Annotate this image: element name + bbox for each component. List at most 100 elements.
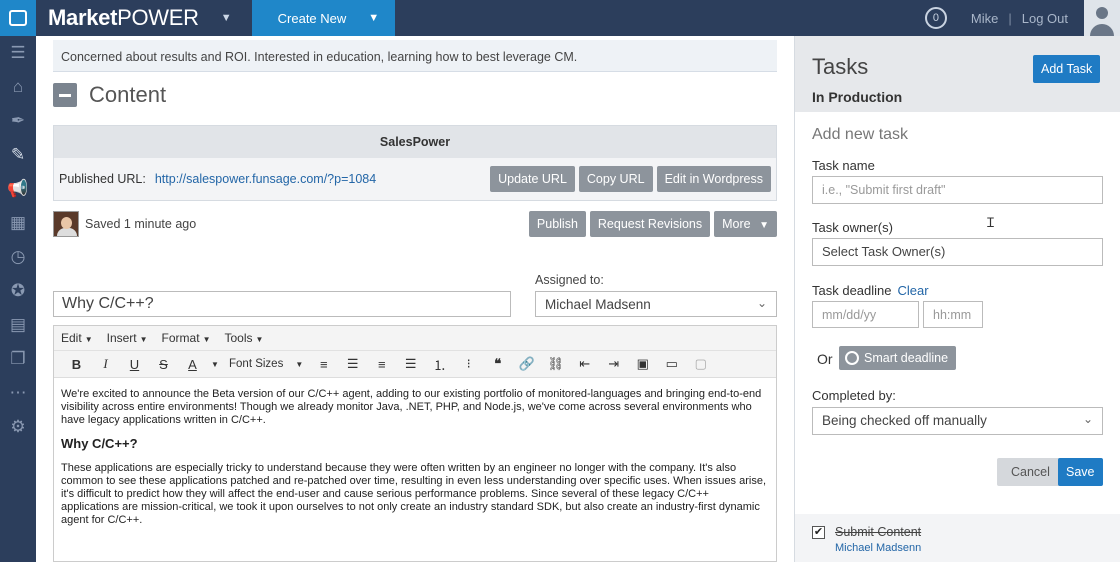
- star-icon[interactable]: ✪: [0, 274, 36, 308]
- collapse-button[interactable]: [53, 83, 77, 107]
- menu-icon[interactable]: ☰: [0, 36, 36, 70]
- tasks-panel: Tasks Add Task In Production Add new tas…: [794, 36, 1120, 562]
- more-button[interactable]: More ▼: [714, 211, 777, 237]
- more-icon[interactable]: ⋯: [0, 376, 36, 410]
- link-icon[interactable]: 🔗: [512, 356, 541, 372]
- editor-menubar: Edit ▼ Insert ▼ Format ▼ Tools ▼: [54, 326, 776, 351]
- menu-tools[interactable]: Tools ▼: [224, 331, 263, 345]
- app-logo-icon[interactable]: [0, 0, 36, 36]
- completed-by-label: Completed by:: [812, 388, 896, 403]
- task-name-input[interactable]: i.e., "Submit first draft": [812, 176, 1103, 204]
- bullet-list-icon[interactable]: ⁝: [454, 356, 483, 372]
- align-justify-icon[interactable]: ☰: [396, 356, 425, 372]
- content-title-input[interactable]: Why C/C++?: [53, 291, 511, 317]
- menu-format[interactable]: Format ▼: [162, 331, 211, 345]
- deadline-label-text: Task deadline: [812, 283, 892, 298]
- outdent-icon[interactable]: ⇤: [570, 356, 599, 372]
- tasks-title: Tasks: [812, 54, 869, 79]
- chevron-down-icon[interactable]: ▼: [221, 12, 232, 24]
- menu-format-label: Format: [161, 331, 200, 345]
- report-icon[interactable]: ▤: [0, 308, 36, 342]
- home-icon[interactable]: ⌂: [0, 70, 36, 104]
- user-name[interactable]: Mike: [971, 11, 998, 26]
- deadline-date-input[interactable]: mm/dd/yy: [812, 301, 919, 328]
- gear-icon[interactable]: ⚙: [0, 410, 36, 444]
- bold-icon[interactable]: B: [62, 357, 91, 372]
- panel-title: SalesPower: [54, 126, 776, 158]
- chevron-down-icon: ▼: [368, 12, 380, 24]
- unlink-icon[interactable]: ⛓: [541, 356, 570, 372]
- task-owner-link[interactable]: Michael Madsenn: [835, 542, 921, 554]
- workflow-stage: In Production: [812, 89, 903, 105]
- cancel-button[interactable]: Cancel: [997, 458, 1064, 486]
- logout-link[interactable]: Log Out: [1022, 11, 1068, 26]
- font-sizes-label: Font Sizes: [229, 358, 284, 370]
- menu-edit-label: Edit: [61, 331, 82, 345]
- italic-icon[interactable]: I: [91, 356, 120, 372]
- task-checkbox[interactable]: ✔: [812, 526, 825, 539]
- megaphone-icon[interactable]: 📢: [0, 172, 36, 206]
- chevron-down-icon[interactable]: ▼: [207, 360, 223, 369]
- saved-status: Saved 1 minute ago: [85, 217, 197, 231]
- calendar-icon[interactable]: ▦: [0, 206, 36, 240]
- clock-icon: [845, 351, 859, 365]
- task-name: Submit Content: [835, 525, 922, 539]
- create-new-button[interactable]: Create New ▼: [251, 0, 396, 36]
- media-icon[interactable]: ▭: [657, 356, 686, 372]
- rich-text-editor: Edit ▼ Insert ▼ Format ▼ Tools ▼ B I U S A ▼…: [53, 325, 777, 562]
- divider: |: [1008, 10, 1012, 26]
- image-icon[interactable]: ▣: [628, 356, 657, 372]
- numbered-list-icon[interactable]: ⒈: [425, 355, 454, 374]
- smart-deadline-button[interactable]: Smart deadline: [839, 346, 957, 370]
- publication-panel: SalesPower Published URL: http://salespo…: [53, 125, 777, 201]
- publish-button[interactable]: Publish: [528, 211, 586, 237]
- align-left-icon[interactable]: ≡: [309, 357, 338, 372]
- pencil-icon[interactable]: ✎: [0, 138, 36, 172]
- font-sizes-select[interactable]: Font Sizes ▼: [223, 358, 309, 370]
- clock-icon[interactable]: ◷: [0, 240, 36, 274]
- content-heading: Why C/C++?: [61, 436, 138, 451]
- deadline-time-input[interactable]: hh:mm: [923, 301, 983, 328]
- align-right-icon[interactable]: ≡: [367, 357, 396, 372]
- indent-icon[interactable]: ⇥: [599, 356, 628, 372]
- assigned-to-value: Michael Madsenn: [545, 297, 651, 312]
- brand-name[interactable]: MarketPOWER: [48, 5, 199, 31]
- align-center-icon[interactable]: ☰: [338, 356, 367, 372]
- document-icon[interactable]: ❐: [0, 342, 36, 376]
- notification-count[interactable]: 0: [924, 7, 947, 29]
- menu-edit[interactable]: Edit ▼: [61, 331, 93, 345]
- published-url-label: Published URL:: [59, 172, 146, 186]
- task-owner-select[interactable]: Select Task Owner(s): [812, 238, 1103, 266]
- completed-by-select[interactable]: Being checked off manually ⌄: [812, 407, 1103, 435]
- top-bar: MarketPOWER ▼ Create New ▼ 0 Mike | Log …: [0, 0, 1120, 36]
- add-task-button[interactable]: Add Task: [1033, 55, 1101, 83]
- task-owner-label: Task owner(s): [812, 220, 893, 235]
- menu-tools-label: Tools: [224, 331, 253, 345]
- copy-url-button[interactable]: Copy URL: [578, 166, 653, 192]
- add-new-task-heading: Add new task: [812, 126, 909, 143]
- editor-content[interactable]: We're excited to announce the Beta versi…: [54, 378, 776, 547]
- content-section-header: Content: [53, 82, 166, 108]
- request-revisions-button[interactable]: Request Revisions: [589, 211, 711, 237]
- blockquote-icon[interactable]: ❝: [483, 356, 512, 372]
- menu-insert[interactable]: Insert ▼: [107, 331, 148, 345]
- text-color-icon[interactable]: A: [178, 357, 207, 372]
- main-content: Concerned about results and ROI. Interes…: [36, 36, 794, 562]
- published-url-link[interactable]: http://salespower.funsage.com/?p=1084: [155, 172, 376, 186]
- menu-insert-label: Insert: [106, 331, 137, 345]
- clear-deadline-link[interactable]: Clear: [898, 283, 929, 298]
- smart-deadline-label: Smart deadline: [864, 351, 949, 365]
- brand-part2: POWER: [117, 5, 199, 30]
- update-url-button[interactable]: Update URL: [490, 166, 575, 192]
- strikethrough-icon[interactable]: S: [149, 357, 178, 372]
- underline-icon[interactable]: U: [120, 357, 149, 372]
- pen-nib-icon[interactable]: ✒: [0, 104, 36, 138]
- edit-in-wordpress-button[interactable]: Edit in Wordpress: [656, 166, 771, 192]
- comment-icon[interactable]: ▢: [686, 356, 715, 372]
- assigned-to-select[interactable]: Michael Madsenn ⌄: [535, 291, 777, 317]
- task-name-label: Task name: [812, 158, 875, 173]
- sidebar: ☰ ⌂ ✒ ✎ 📢 ▦ ◷ ✪ ▤ ❐ ⋯ ⚙: [0, 36, 36, 562]
- user-avatar[interactable]: [1084, 0, 1120, 36]
- tasks-header: Tasks Add Task In Production: [795, 36, 1120, 112]
- save-button[interactable]: Save: [1058, 458, 1103, 486]
